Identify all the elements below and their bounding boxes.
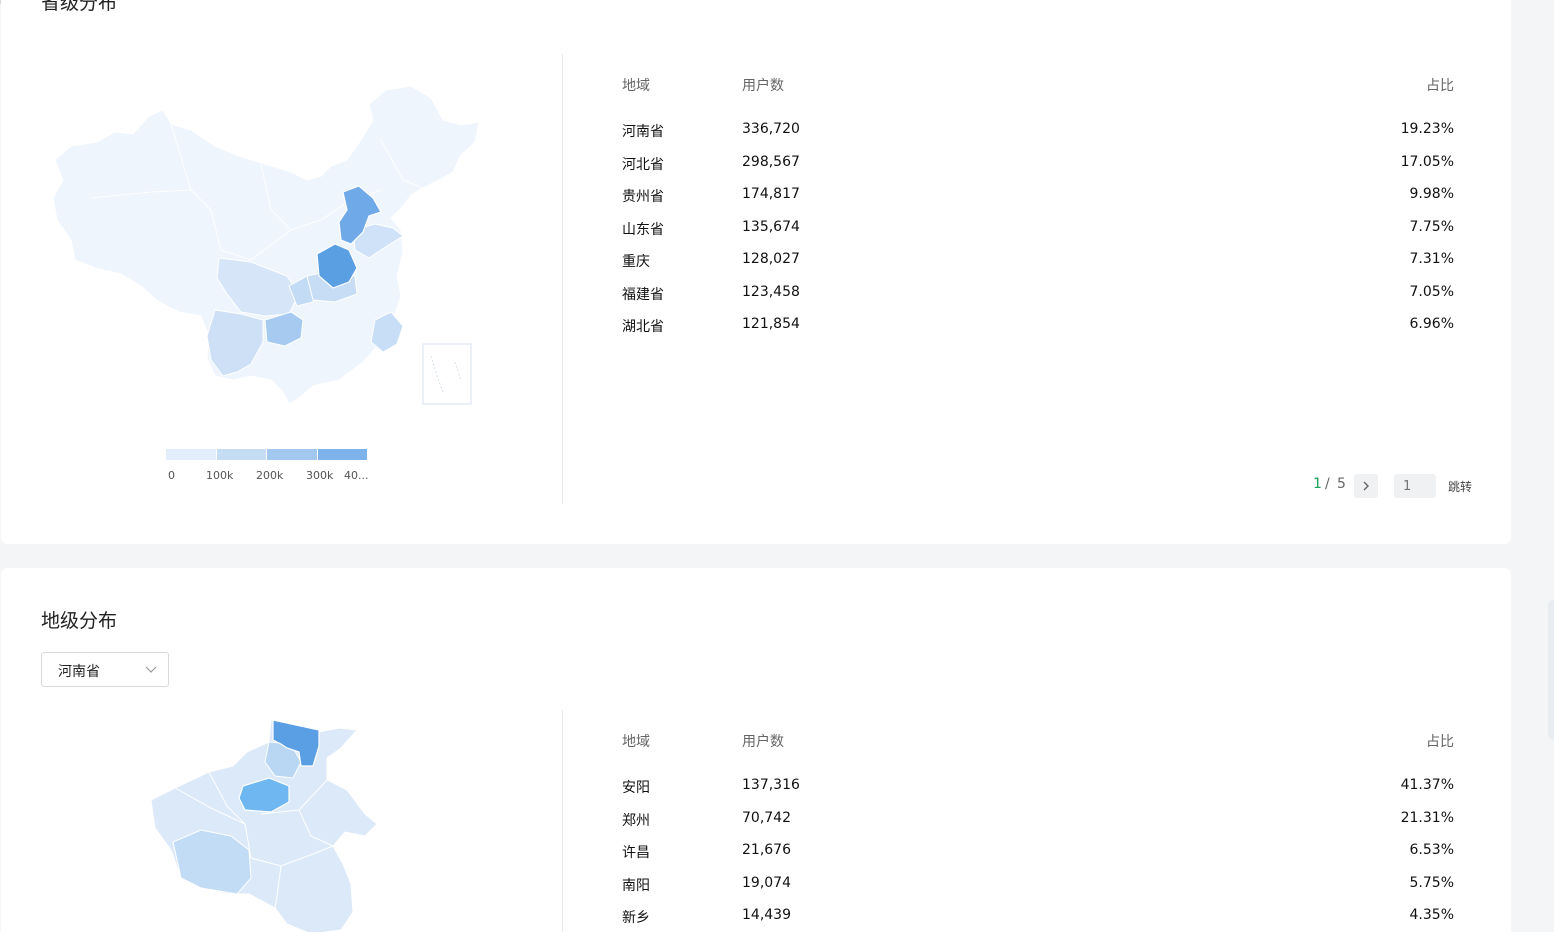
cell-share: 7.31%: [1409, 251, 1454, 267]
table-row: 许昌 21,676 6.53%: [622, 842, 1454, 875]
table-row: 河北省 298,567 17.05%: [622, 154, 1454, 187]
cell-share: 7.75%: [1409, 218, 1454, 235]
cell-share: 4.35%: [1409, 907, 1454, 923]
cell-users: 123,458: [742, 283, 800, 300]
cell-share: 6.53%: [1409, 842, 1454, 858]
cell-region: 南阳: [622, 877, 650, 894]
table-row: 湖北省 121,854 6.96%: [622, 316, 1454, 349]
table-header: 地域 用户数 占比: [622, 731, 1454, 751]
cell-share: 21.31%: [1400, 809, 1454, 826]
cell-users: 121,854: [742, 316, 800, 332]
col-users: 用户数: [742, 78, 784, 94]
cell-share: 17.05%: [1400, 153, 1454, 170]
select-value: 河南省: [58, 664, 100, 680]
cell-region: 山东省: [622, 221, 664, 238]
cell-users: 174,817: [742, 186, 800, 202]
col-share: 占比: [1426, 734, 1454, 750]
pagination: 1 / 5 跳转: [1313, 474, 1483, 498]
cell-region: 重庆: [622, 254, 650, 270]
legend-tick: 200k: [256, 469, 284, 482]
jump-button[interactable]: 跳转: [1448, 478, 1472, 495]
cell-region: 安阳: [622, 780, 650, 796]
table-row: 南阳 19,074 5.75%: [622, 875, 1454, 908]
city-distribution-card: 地级分布 河南省 地域 用户数 占比 安阳 137,316 41.37% 郑州 …: [1, 568, 1511, 932]
divider: [562, 54, 563, 504]
legend-swatch: [216, 449, 267, 460]
henan-city-map[interactable]: [151, 718, 391, 932]
cell-users: 298,567: [742, 153, 800, 170]
table-row: 福建省 123,458 7.05%: [622, 284, 1454, 317]
cell-share: 19.23%: [1400, 121, 1454, 137]
cell-share: 9.98%: [1409, 186, 1454, 202]
table-row: 郑州 70,742 21.31%: [622, 810, 1454, 843]
legend-tick: 300k: [306, 469, 334, 482]
province-distribution-card: 省级分布 0 100k 200k 300k 40... 地域 用户数 占比 河南…: [1, 0, 1511, 544]
cell-users: 128,027: [742, 251, 800, 267]
cell-users: 21,676: [742, 842, 791, 858]
map-region-base: [52, 85, 480, 405]
cell-region: 湖北省: [622, 319, 664, 335]
page-gutter: [1512, 0, 1554, 932]
col-users: 用户数: [742, 734, 784, 750]
color-legend: 0 100k 200k 300k 40...: [166, 449, 386, 489]
legend-tick: 100k: [206, 469, 234, 482]
table-row: 河南省 336,720 19.23%: [622, 121, 1454, 154]
table-row: 贵州省 174,817 9.98%: [622, 186, 1454, 219]
table-row: 安阳 137,316 41.37%: [622, 777, 1454, 810]
cell-region: 郑州: [622, 812, 650, 829]
cell-share: 5.75%: [1409, 874, 1454, 891]
col-region: 地域: [622, 734, 650, 750]
china-province-map[interactable]: [51, 80, 491, 410]
legend-swatch: [317, 449, 368, 460]
cell-users: 137,316: [742, 777, 800, 793]
table-row: 新乡 14,439 4.35%: [622, 907, 1454, 932]
legend-ticks: 0 100k 200k 300k 40...: [166, 469, 386, 483]
legend-bar: [166, 449, 368, 460]
province-select[interactable]: 河南省: [41, 652, 169, 687]
cell-region: 福建省: [622, 286, 664, 303]
cell-users: 70,742: [742, 809, 791, 826]
cell-users: 14,439: [742, 907, 791, 923]
section-title: 省级分布: [41, 0, 118, 14]
province-table: 地域 用户数 占比 河南省 336,720 19.23% 河北省 298,567…: [622, 75, 1454, 349]
legend-tick: 40...: [344, 469, 369, 482]
chevron-down-icon: [145, 666, 157, 673]
cell-region: 河北省: [622, 156, 664, 173]
cell-region: 新乡: [622, 910, 650, 926]
cell-share: 41.37%: [1400, 777, 1454, 793]
page-separator: /: [1325, 476, 1330, 492]
cell-users: 336,720: [742, 121, 800, 137]
side-drawer-handle[interactable]: [1548, 600, 1554, 740]
city-table: 地域 用户数 占比 安阳 137,316 41.37% 郑州 70,742 21…: [622, 731, 1454, 932]
map-inset-islands: [430, 355, 462, 393]
cell-share: 6.96%: [1409, 316, 1454, 332]
chevron-right-icon: [1363, 481, 1369, 491]
jump-page-input[interactable]: [1394, 474, 1436, 498]
cell-users: 135,674: [742, 218, 800, 235]
current-page: 1: [1313, 476, 1322, 492]
cell-region: 许昌: [622, 845, 650, 861]
cell-region: 河南省: [622, 124, 664, 140]
total-pages: 5: [1337, 476, 1346, 492]
next-page-button[interactable]: [1354, 474, 1378, 498]
legend-swatch: [166, 449, 217, 460]
legend-swatch: [267, 449, 318, 460]
col-region: 地域: [622, 78, 650, 94]
legend-tick: 0: [168, 469, 175, 482]
table-row: 重庆 128,027 7.31%: [622, 251, 1454, 284]
cell-share: 7.05%: [1409, 283, 1454, 300]
table-row: 山东省 135,674 7.75%: [622, 219, 1454, 252]
col-share: 占比: [1426, 78, 1454, 94]
map-region-base: [151, 719, 378, 932]
table-header: 地域 用户数 占比: [622, 75, 1454, 95]
section-title: 地级分布: [41, 610, 118, 632]
cell-users: 19,074: [742, 874, 791, 891]
map-inset-frame: [422, 343, 472, 405]
divider: [562, 710, 563, 932]
cell-region: 贵州省: [622, 189, 664, 205]
